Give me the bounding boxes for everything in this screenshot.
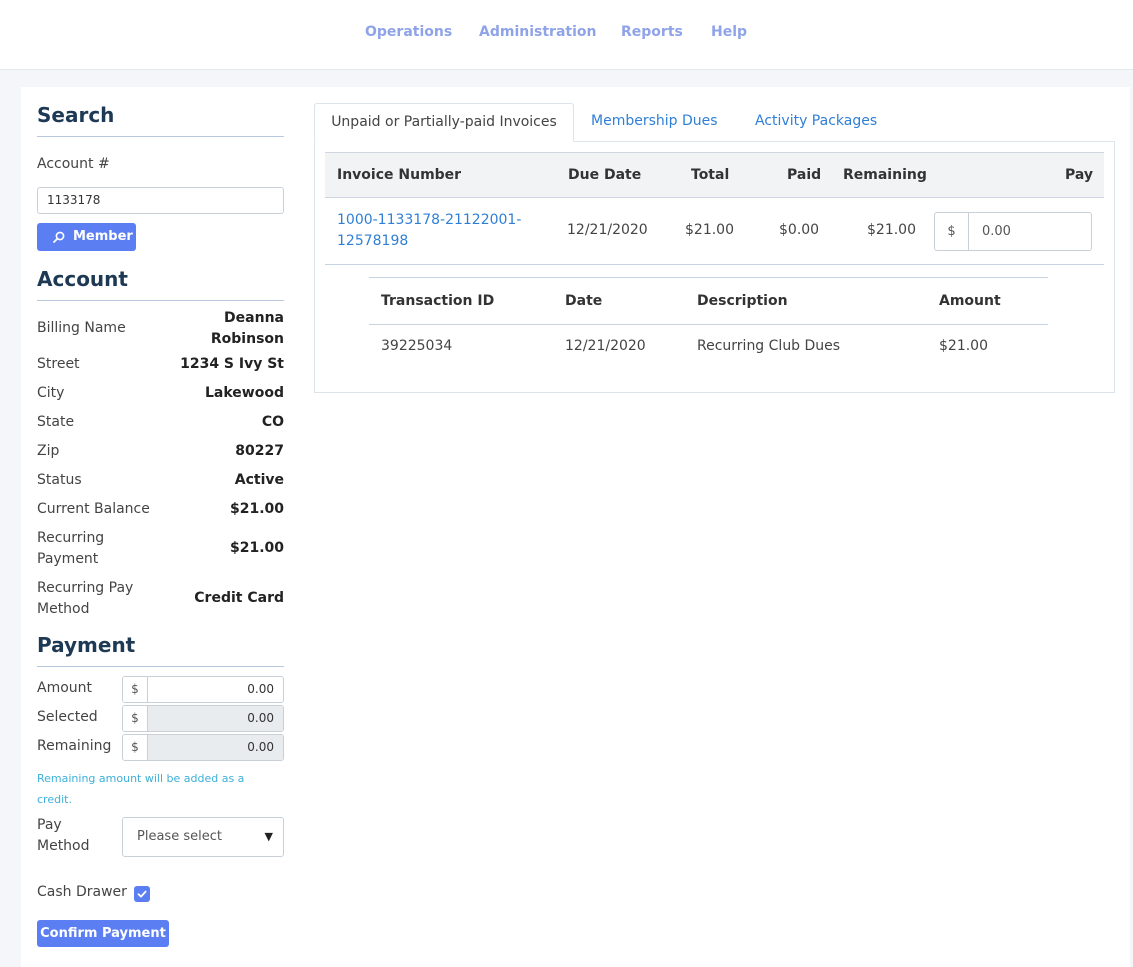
status-value: Active — [234, 472, 284, 488]
pay-method-label-line1: Pay — [37, 817, 62, 833]
col-invoice-number: Invoice Number — [337, 167, 462, 183]
transaction-id: 39225034 — [381, 338, 453, 354]
member-button-label: Member — [73, 229, 133, 244]
caret-down-icon: ▼ — [264, 830, 273, 843]
invoice-due-date: 12/21/2020 — [567, 222, 648, 238]
search-icon — [53, 231, 65, 243]
currency-addon: $ — [935, 213, 969, 250]
pay-method-placeholder: Please select — [137, 829, 222, 844]
sidebar: Search Account # 1133178 Member Account … — [21, 87, 300, 967]
top-navigation: Operations Administration Reports Help — [0, 0, 1133, 70]
invoice-table-header: Invoice Number Due Date Total Paid Remai… — [325, 152, 1104, 198]
account-heading: Account — [37, 267, 128, 291]
zip-value: 80227 — [235, 443, 284, 459]
nav-reports[interactable]: Reports — [621, 24, 683, 40]
col-pay: Pay — [1065, 167, 1094, 183]
account-number-input[interactable]: 1133178 — [37, 187, 284, 214]
recurring-method-label-line1: Recurring Pay — [37, 580, 134, 596]
col-total: Total — [691, 167, 730, 183]
divider — [37, 666, 284, 667]
amount-input[interactable]: 0.00 — [148, 677, 283, 702]
row-divider — [325, 264, 1104, 265]
current-balance-label: Current Balance — [37, 501, 150, 517]
tab-unpaid-invoices[interactable]: Unpaid or Partially-paid Invoices — [314, 103, 574, 142]
invoice-number-link-line1[interactable]: 1000-1133178-21122001- — [337, 210, 521, 231]
pay-amount-input-group[interactable]: $ 0.00 — [934, 212, 1092, 251]
street-value: 1234 S Ivy St — [180, 356, 284, 372]
state-label: State — [37, 414, 75, 430]
nav-administration[interactable]: Administration — [479, 24, 596, 40]
tab-membership-dues[interactable]: Membership Dues — [591, 103, 718, 142]
recurring-payment-label-line1: Recurring — [37, 530, 105, 546]
invoice-paid: $0.00 — [779, 222, 820, 238]
amount-input-group[interactable]: $ 0.00 — [122, 676, 284, 703]
remaining-help-text: Remaining amount will be added as a cred… — [37, 772, 245, 806]
currency-addon: $ — [123, 735, 148, 760]
confirm-payment-button[interactable]: Confirm Payment — [37, 920, 169, 947]
currency-addon: $ — [123, 706, 148, 731]
current-balance-value: $21.00 — [229, 501, 284, 517]
selected-input-group: $ 0.00 — [122, 705, 284, 732]
billing-name-last: Robinson — [210, 331, 284, 347]
status-label: Status — [37, 472, 82, 488]
transaction-amount: $21.00 — [939, 338, 988, 354]
cash-drawer-label: Cash Drawer — [37, 884, 127, 900]
city-value: Lakewood — [205, 385, 284, 401]
state-value: CO — [261, 414, 284, 430]
col-remaining: Remaining — [843, 167, 927, 183]
invoice-number-link-line2[interactable]: 12578198 — [337, 231, 408, 252]
col-description: Description — [697, 293, 788, 309]
col-paid: Paid — [787, 167, 822, 183]
col-amount: Amount — [939, 293, 1001, 309]
selected-value: 0.00 — [148, 706, 283, 731]
check-icon — [137, 890, 147, 898]
city-label: City — [37, 385, 65, 401]
main-panel: Unpaid or Partially-paid Invoices Member… — [300, 87, 1130, 967]
remaining-input-group: $ 0.00 — [122, 734, 284, 761]
billing-name-label: Billing Name — [37, 320, 126, 336]
zip-label: Zip — [37, 443, 60, 459]
currency-addon: $ — [123, 677, 148, 702]
col-transaction-id: Transaction ID — [381, 293, 495, 309]
transaction-description: Recurring Club Dues — [697, 338, 841, 354]
remaining-label: Remaining — [37, 738, 112, 754]
nav-help[interactable]: Help — [711, 24, 747, 40]
transaction-date: 12/21/2020 — [565, 338, 646, 354]
recurring-payment-value: $21.00 — [229, 540, 284, 556]
pay-method-label-line2: Method — [37, 838, 90, 854]
col-transaction-date: Date — [565, 293, 603, 309]
street-label: Street — [37, 356, 80, 372]
divider — [37, 136, 284, 137]
invoice-total: $21.00 — [685, 222, 734, 238]
remaining-value: 0.00 — [148, 735, 283, 760]
selected-label: Selected — [37, 709, 98, 725]
divider — [37, 300, 284, 301]
transactions-header-border — [369, 324, 1048, 325]
recurring-payment-label-line2: Payment — [37, 551, 99, 567]
recurring-method-value: Credit Card — [194, 590, 284, 606]
billing-name-first: Deanna — [224, 310, 284, 326]
member-search-button[interactable]: Member — [37, 223, 136, 251]
tab-activity-packages[interactable]: Activity Packages — [755, 103, 877, 142]
cash-drawer-checkbox[interactable] — [134, 886, 150, 902]
invoice-remaining: $21.00 — [867, 222, 916, 238]
account-number-label: Account # — [37, 156, 110, 172]
amount-label: Amount — [37, 680, 93, 696]
recurring-method-label-line2: Method — [37, 601, 90, 617]
pay-amount-input[interactable]: 0.00 — [969, 213, 1091, 250]
search-heading: Search — [37, 103, 115, 127]
nav-operations[interactable]: Operations — [365, 24, 452, 40]
payment-heading: Payment — [37, 633, 136, 657]
col-due-date: Due Date — [568, 167, 642, 183]
pay-method-select[interactable]: Please select ▼ — [122, 817, 284, 857]
